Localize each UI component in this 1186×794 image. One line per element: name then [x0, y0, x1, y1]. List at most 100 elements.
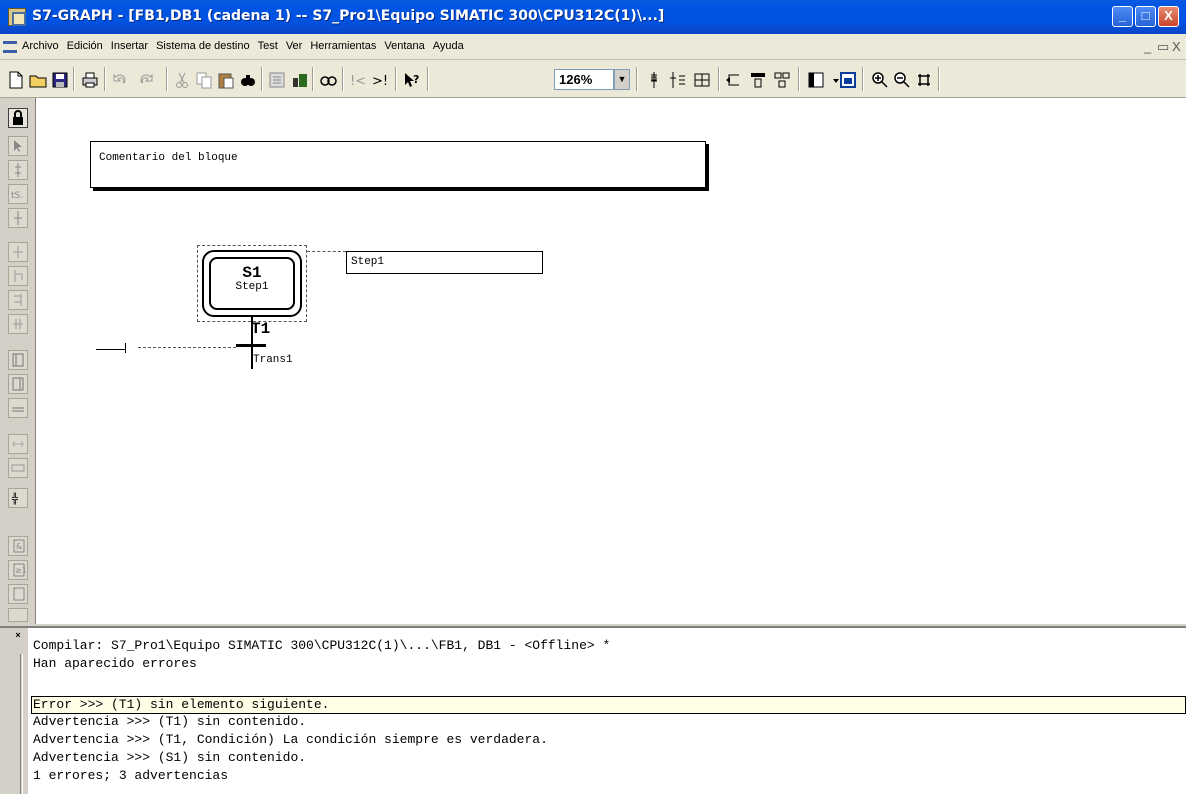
menu-herramientas[interactable]: Herramientas	[310, 40, 376, 52]
svg-text:?: ?	[413, 73, 419, 86]
menu-ayuda[interactable]: Ayuda	[433, 40, 464, 52]
branch-end-icon[interactable]	[8, 374, 28, 394]
output-line-warning-1[interactable]: Advertencia >>> (T1) sin contenido.	[33, 714, 306, 730]
minimize-button[interactable]: _	[1112, 6, 1133, 27]
mdi-close-button[interactable]: X	[1172, 39, 1181, 54]
or-box-icon[interactable]: ≥1	[8, 560, 28, 580]
condition-connector	[138, 347, 236, 348]
step-s1[interactable]: S1 Step1	[202, 250, 302, 317]
and-box-icon[interactable]: &	[8, 536, 28, 556]
chevron-down-icon[interactable]: ▼	[614, 69, 630, 90]
branch-close-icon[interactable]	[8, 290, 28, 310]
comment-tool-icon[interactable]	[8, 434, 28, 454]
redo-icon[interactable]	[134, 68, 156, 90]
menu-test[interactable]: Test	[258, 40, 278, 52]
pointer-icon[interactable]	[8, 136, 28, 156]
output-line-warning-3[interactable]: Advertencia >>> (S1) sin contenido.	[33, 750, 306, 766]
cut-icon[interactable]	[170, 68, 192, 90]
branch-open-icon[interactable]	[8, 266, 28, 286]
menu-ventana[interactable]: Ventana	[384, 40, 424, 52]
block-icon[interactable]	[288, 68, 310, 90]
output-line-error[interactable]: Error >>> (T1) sin elemento siguiente.	[33, 697, 329, 713]
zoom-in-icon[interactable]	[868, 68, 890, 90]
monitor-icon[interactable]	[316, 68, 338, 90]
output-line-warning-2[interactable]: Advertencia >>> (T1, Condición) La condi…	[33, 732, 548, 748]
svg-text:!<: !<	[350, 74, 366, 89]
step-tool-icon[interactable]: tS.	[8, 184, 28, 204]
insert-step-icon[interactable]	[642, 68, 664, 90]
output-line-compile[interactable]: Compilar: S7_Pro1\Equipo SIMATIC 300\CPU…	[33, 638, 610, 654]
document-icon[interactable]	[3, 41, 17, 53]
step-number: S1	[242, 264, 262, 282]
menu-archivo[interactable]: Archivo	[22, 40, 59, 52]
output-sidebar: ×	[0, 628, 28, 794]
mdi-restore-button[interactable]: ▭	[1157, 39, 1169, 55]
print-icon[interactable]	[78, 68, 100, 90]
find-icon[interactable]	[236, 68, 258, 90]
chevron-down-icon[interactable]	[824, 68, 839, 90]
transition-number: T1	[251, 320, 271, 338]
zoom-select[interactable]: 126%	[554, 69, 614, 90]
transition-t1[interactable]	[236, 344, 266, 347]
close-icon[interactable]: ×	[13, 630, 23, 640]
single-step-view-icon[interactable]	[746, 68, 768, 90]
previous-error-icon[interactable]: !<	[347, 68, 369, 90]
step-transition-tool-icon[interactable]	[8, 160, 28, 180]
alternative-branch-icon[interactable]	[8, 350, 28, 370]
output-line-status[interactable]: Han aparecido errores	[33, 656, 197, 672]
undo-icon[interactable]	[108, 68, 130, 90]
step-transition-icon[interactable]	[666, 68, 688, 90]
menu-insertar[interactable]: Insertar	[111, 40, 148, 52]
overview-window-icon[interactable]	[836, 68, 858, 90]
window-layout-icon[interactable]	[804, 68, 826, 90]
compare-box-icon[interactable]	[8, 584, 28, 604]
svg-text:╬: ╬	[12, 492, 19, 505]
transition-tool-icon[interactable]	[8, 208, 28, 228]
context-help-icon[interactable]: ?	[400, 68, 422, 90]
step-action-box[interactable]: Step1	[346, 251, 543, 274]
jump-tool-icon[interactable]	[8, 242, 28, 262]
menu-sistema-de-destino[interactable]: Sistema de destino	[156, 40, 250, 52]
condition-rail-end	[125, 343, 126, 353]
step-action-connector	[307, 251, 346, 252]
mdi-minimize-button[interactable]: _	[1144, 39, 1151, 54]
element-palette: tS. ╬ & ≥1	[0, 98, 36, 624]
app-icon[interactable]	[8, 8, 26, 26]
paste-icon[interactable]	[214, 68, 236, 90]
open-folder-icon[interactable]	[26, 68, 48, 90]
copy-icon[interactable]	[192, 68, 214, 90]
menu-ver[interactable]: Ver	[286, 40, 303, 52]
simultaneous-branch-icon[interactable]	[8, 314, 28, 334]
new-file-icon[interactable]	[4, 68, 26, 90]
jump-icon[interactable]	[722, 68, 744, 90]
lock-icon[interactable]	[8, 108, 28, 128]
insert-call-icon[interactable]	[8, 458, 28, 478]
sequencer-workspace[interactable]: Comentario del bloque S1 Step1 Step1 T1 …	[36, 98, 1186, 624]
next-error-icon[interactable]: >!	[369, 68, 391, 90]
block-comment[interactable]: Comentario del bloque	[90, 141, 706, 188]
title-bar: S7-GRAPH - [FB1,DB1 (cadena 1) -- S7_Pro…	[0, 0, 1186, 34]
close-button[interactable]: X	[1158, 6, 1179, 27]
branch-box-icon[interactable]	[8, 608, 28, 622]
chain-end-icon[interactable]	[8, 398, 28, 418]
output-line-summary[interactable]: 1 errores; 3 advertencias	[33, 768, 228, 784]
svg-text:tS.: tS.	[11, 191, 23, 201]
svg-text:>!: >!	[372, 74, 388, 89]
svg-text:&: &	[16, 542, 22, 551]
step-name: Step1	[235, 281, 269, 293]
menu-bar: Archivo Edición Insertar Sistema de dest…	[0, 34, 1186, 60]
menu-edicion[interactable]: Edición	[67, 40, 103, 52]
branch-icon[interactable]	[690, 68, 712, 90]
toolbar: !< >! ? 126% ▼	[0, 60, 1186, 98]
chain-view-icon[interactable]	[770, 68, 792, 90]
output-panel: × Compilar: S7_Pro1\Equipo SIMATIC 300\C…	[0, 626, 1186, 794]
svg-text:≥1: ≥1	[15, 566, 27, 575]
overview-icon[interactable]	[265, 68, 287, 90]
save-icon[interactable]	[48, 68, 70, 90]
zoom-fit-icon[interactable]	[912, 68, 934, 90]
output-splitter[interactable]	[20, 654, 23, 794]
transition-name: Trans1	[253, 354, 293, 366]
zoom-out-icon[interactable]	[890, 68, 912, 90]
maximize-button[interactable]: □	[1135, 6, 1156, 27]
condition-tool-icon[interactable]: ╬	[8, 488, 28, 508]
